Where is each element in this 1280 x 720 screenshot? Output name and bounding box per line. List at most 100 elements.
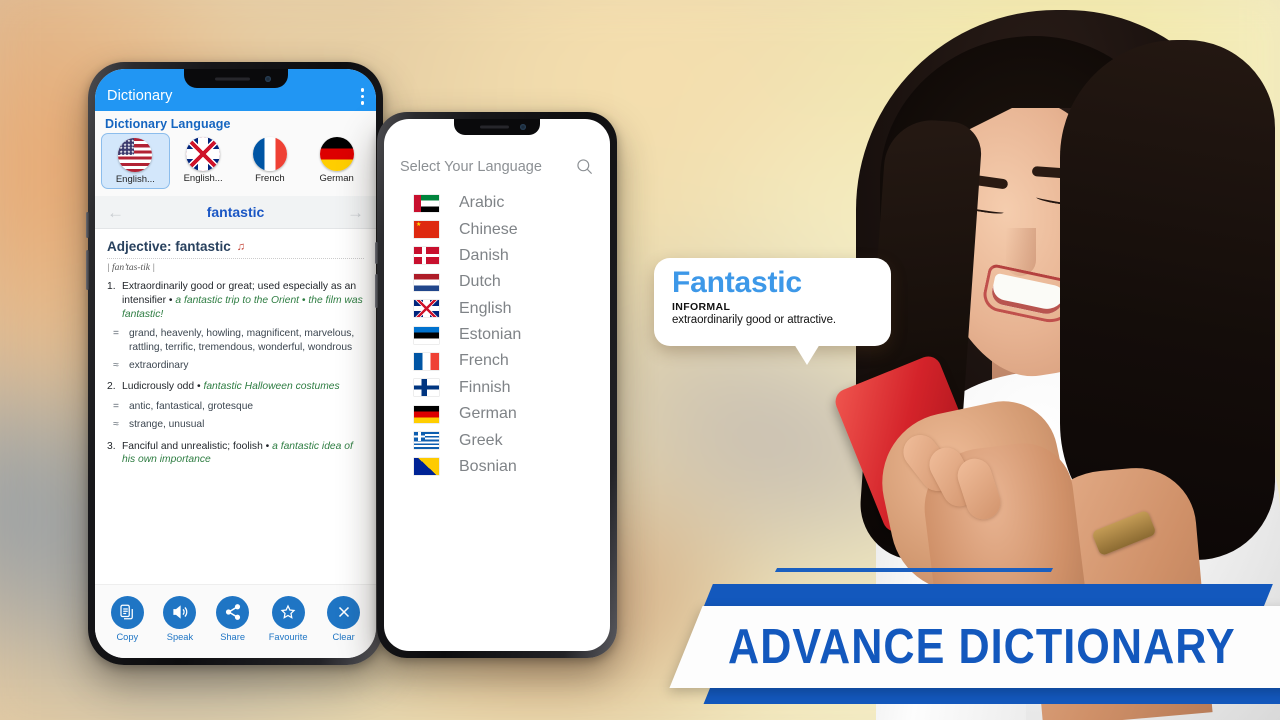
part-of-speech-text: Adjective: fantastic — [107, 239, 231, 254]
synonym-row: ≈ strange, unusual — [107, 418, 364, 432]
banner-accent-line-2 — [910, 568, 1054, 572]
phone-mockup-language-list: Select Your Language Arabic ★ Chinese Da… — [375, 112, 617, 658]
flag-ae-icon — [414, 194, 439, 212]
language-name: Greek — [459, 431, 503, 449]
list-item[interactable]: Greek — [384, 427, 610, 453]
flag-de-icon — [319, 137, 354, 171]
language-name: Finnish — [459, 378, 511, 396]
language-name: French — [459, 352, 509, 370]
sense-list: 1. Extraordinarily good or great; used e… — [107, 280, 364, 467]
approx-symbol: ≈ — [113, 359, 119, 371]
copy-button[interactable]: Copy — [110, 595, 144, 642]
music-note-icon[interactable]: ♫ — [237, 241, 245, 253]
language-name: Chinese — [459, 220, 518, 238]
word-navigation-bar: ← fantastic → — [95, 196, 376, 229]
language-chip-label: English... — [115, 174, 155, 185]
promo-banner: ADVANCE DICTIONARY — [669, 556, 1280, 720]
synonym-words: extraordinary — [129, 359, 189, 371]
language-chip-english-us[interactable]: ★★★★★★★★★★★★★★★★★★★★★★★★★★★★ English... — [101, 133, 170, 189]
language-chip-label: German — [319, 173, 354, 184]
flag-gr-icon — [414, 432, 439, 450]
dictionary-language-section: Dictionary Language ★★★★ ★★★★ ★★★★ ★★★★ ★★★★… — [95, 111, 376, 196]
synonym-group: = antic, fantastical, grotesque ≈ strange,… — [107, 400, 364, 431]
sense-definition: Fanciful and unrealistic; foolish • — [122, 440, 273, 452]
volume-button-up[interactable] — [375, 242, 378, 264]
sense-item: 2. Ludicrously odd • fantastic Halloween… — [107, 380, 364, 394]
language-picker-title: Select Your Language — [400, 158, 542, 175]
earpiece-speaker — [479, 125, 510, 129]
language-chip-label: English... — [183, 173, 223, 184]
language-name: Dutch — [459, 273, 501, 291]
language-chip-label: French — [255, 173, 285, 184]
close-icon — [327, 595, 361, 629]
sense-text: Fanciful and unrealistic; foolish • a fa… — [122, 440, 364, 468]
speech-bubble-callout: Fantastic INFORMAL extraordinarily good … — [654, 258, 891, 365]
flag-fr-icon — [252, 137, 287, 171]
flag-cn-icon: ★ — [414, 221, 439, 239]
list-item[interactable]: English — [384, 296, 610, 322]
list-item[interactable]: Bosnian — [384, 454, 610, 480]
equals-symbol: = — [113, 401, 119, 413]
part-of-speech-header: Adjective: fantastic ♫ — [107, 239, 364, 259]
flag-de-icon — [414, 405, 439, 423]
sense-number: 1. — [107, 281, 116, 292]
phone2-screen: Select Your Language Arabic ★ Chinese Da… — [384, 119, 610, 651]
synonym-words: antic, fantastical, grotesque — [129, 401, 254, 413]
kebab-menu-icon[interactable] — [360, 88, 364, 105]
volume-button-up[interactable] — [86, 212, 89, 238]
bubble-gloss: extraordinarily good or attractive. — [672, 313, 836, 326]
list-item[interactable]: Estonian — [384, 322, 610, 348]
clear-button[interactable]: Clear — [327, 595, 361, 642]
list-item[interactable]: Arabic — [384, 190, 610, 216]
language-list: Arabic ★ Chinese Danish Dutch English Es… — [384, 184, 610, 480]
action-label: Share — [220, 631, 245, 642]
pronunciation: | fan’tas-tik | — [107, 263, 155, 273]
synonym-words: grand, heavenly, howling, magnificent, m… — [129, 328, 355, 354]
fingers — [896, 428, 1030, 552]
action-label: Speak — [166, 631, 194, 642]
volume-button-down[interactable] — [375, 274, 378, 308]
bubble-register: INFORMAL — [672, 300, 731, 313]
list-item[interactable]: Dutch — [384, 269, 610, 295]
synonym-row: = antic, fantastical, grotesque — [107, 400, 364, 414]
flag-ba-icon — [414, 458, 439, 476]
list-item[interactable]: German — [384, 401, 610, 427]
language-chip-french[interactable]: French — [237, 133, 304, 189]
language-name: German — [459, 405, 517, 423]
share-button[interactable]: Share — [216, 595, 250, 642]
phone-mockup-definition: Dictionary Dictionary Language ★★★★ ★★★★ ★… — [86, 62, 383, 665]
flag-fr-icon — [414, 352, 439, 370]
action-toolbar: Copy Speak Share Favourite Clear — [95, 584, 376, 658]
language-name: Arabic — [459, 194, 505, 212]
app-title: Dictionary — [107, 87, 173, 104]
definition-body: Adjective: fantastic ♫ | fan’tas-tik | 1… — [95, 229, 376, 478]
sense-definition: Ludicrously odd • — [122, 381, 204, 393]
action-label: Favourite — [268, 631, 308, 642]
sense-text: Ludicrously odd • fantastic Halloween co… — [122, 380, 340, 394]
bubble-tail — [794, 344, 820, 365]
flag-nl-icon — [414, 273, 439, 291]
arrow-right-icon[interactable]: → — [347, 204, 364, 221]
flag-uk-icon — [186, 137, 221, 171]
list-item[interactable]: Danish — [384, 243, 610, 269]
volume-button-down[interactable] — [86, 250, 89, 290]
list-item[interactable]: French — [384, 348, 610, 374]
list-item[interactable]: ★ Chinese — [384, 216, 610, 242]
arrow-left-icon[interactable]: ← — [107, 204, 124, 221]
list-item[interactable]: Finnish — [384, 375, 610, 401]
favourite-button[interactable]: Favourite — [268, 595, 308, 642]
bubble-word: Fantastic — [672, 266, 802, 299]
search-icon[interactable] — [575, 157, 594, 176]
language-name: English — [459, 299, 512, 317]
banner-title: ADVANCE DICTIONARY — [728, 619, 1236, 674]
share-icon — [216, 595, 250, 629]
flag-dk-icon — [414, 247, 439, 265]
sense-item: 3. Fanciful and unrealistic; foolish • a… — [107, 440, 364, 468]
speak-button[interactable]: Speak — [163, 595, 197, 642]
sense-number: 2. — [107, 381, 116, 393]
language-chip-english-uk[interactable]: English... — [170, 133, 237, 189]
action-label: Copy — [116, 631, 139, 642]
language-chip-german[interactable]: German — [303, 133, 370, 189]
phone1-screen: Dictionary Dictionary Language ★★★★ ★★★★ ★… — [95, 69, 376, 658]
dictionary-language-heading: Dictionary Language — [105, 117, 231, 131]
